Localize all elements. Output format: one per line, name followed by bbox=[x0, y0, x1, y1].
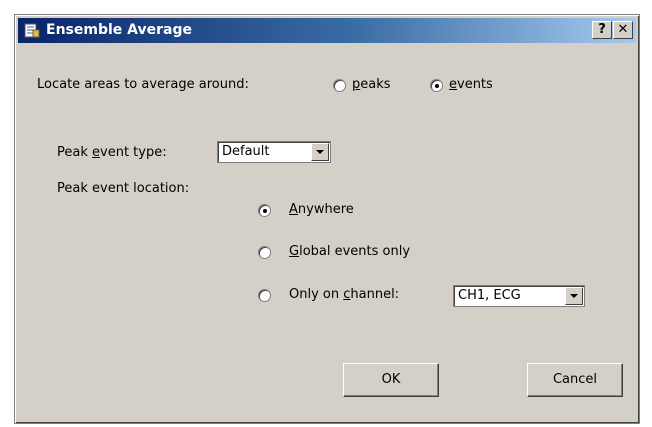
ok-button[interactable]: OK bbox=[343, 363, 439, 397]
anywhere-radio-label[interactable]: Anywhere bbox=[289, 202, 354, 217]
anywhere-radio[interactable] bbox=[258, 204, 271, 217]
peak-event-type-dropdown[interactable]: Default bbox=[217, 141, 331, 163]
peaks-radio[interactable] bbox=[333, 79, 346, 92]
close-icon: ✕ bbox=[617, 22, 629, 37]
peak-event-location-label: Peak event location: bbox=[57, 181, 190, 196]
channel-dropdown[interactable]: CH1, ECG bbox=[453, 285, 585, 307]
close-button[interactable]: ✕ bbox=[613, 21, 633, 39]
chevron-down-icon[interactable] bbox=[565, 287, 583, 305]
cancel-button[interactable]: Cancel bbox=[527, 363, 623, 397]
peaks-radio-label[interactable]: peaks bbox=[352, 77, 391, 92]
window-title: Ensemble Average bbox=[46, 22, 192, 38]
events-radio-label[interactable]: events bbox=[449, 77, 493, 92]
global-events-only-radio-label[interactable]: Global events only bbox=[289, 244, 410, 259]
only-on-channel-radio[interactable] bbox=[258, 289, 271, 302]
chevron-down-icon[interactable] bbox=[311, 143, 329, 161]
app-icon bbox=[24, 23, 40, 38]
help-button[interactable]: ? bbox=[592, 21, 612, 39]
only-on-channel-radio-label[interactable]: Only on channel: bbox=[289, 287, 399, 302]
title-bar[interactable]: Ensemble Average ? ✕ bbox=[18, 18, 636, 43]
ensemble-average-dialog: Ensemble Average ? ✕ Locate areas to ave… bbox=[14, 14, 640, 424]
events-radio[interactable] bbox=[430, 79, 443, 92]
channel-value: CH1, ECG bbox=[458, 288, 521, 303]
locate-areas-label: Locate areas to average around: bbox=[37, 77, 249, 92]
peak-event-type-label: Peak event type: bbox=[57, 145, 167, 160]
global-events-only-radio[interactable] bbox=[258, 246, 271, 259]
peak-event-type-value: Default bbox=[222, 144, 270, 159]
